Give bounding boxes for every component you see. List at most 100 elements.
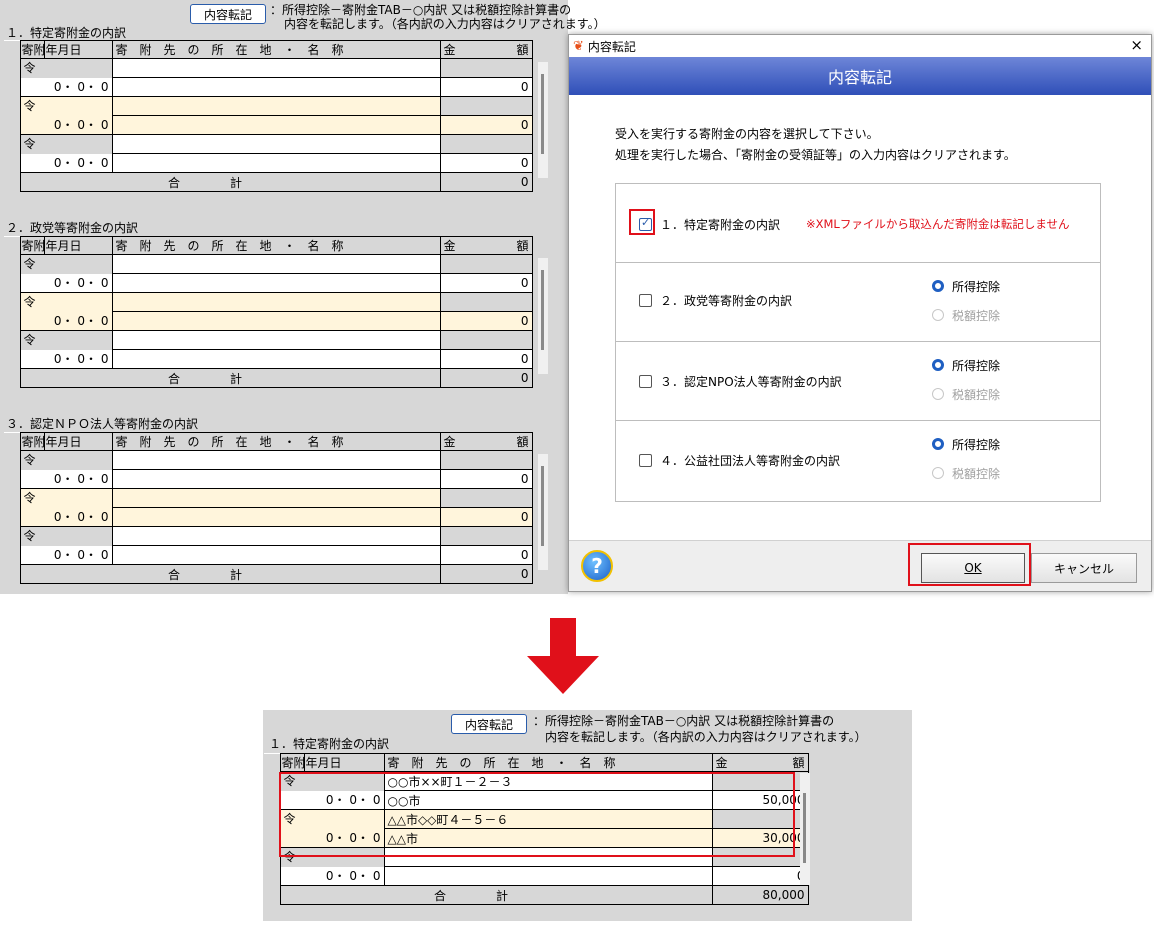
date-input[interactable]: 0・ 0・ 0 [19,77,113,97]
address-input[interactable] [111,254,441,274]
option-panel-1: １．特定寄附金の内訳 ※XMLファイルから取込んだ寄附金は転記しません [615,183,1101,265]
table-row: 0・ 0・ 0 0 [4,273,533,293]
option-1-label[interactable]: １．特定寄附金の内訳 [660,216,780,233]
name-input[interactable] [111,77,441,97]
total-amount: 0 [439,564,533,584]
amount-input[interactable]: 0 [439,349,533,369]
era-label: 令 [19,134,113,154]
date-input[interactable]: 0・ 0・ 0 [19,311,113,331]
option-4-radio-income[interactable] [932,438,944,450]
amount-spacer [439,526,533,546]
option-4-checkbox[interactable] [639,454,652,467]
col-header-place: 寄 附 先 の 所 在 地 ・ 名 称 [111,432,441,451]
era-label: 令 [19,58,113,78]
help-icon[interactable]: ? [581,550,613,582]
close-icon[interactable]: × [1130,36,1143,54]
amount-input[interactable]: 0 [439,77,533,97]
table-row: 令 [4,134,533,173]
date-input[interactable]: 0・ 0・ 0 [19,469,113,489]
address-input[interactable] [111,330,441,350]
option-2-radio-income[interactable] [932,280,944,292]
table-row: 0・ 0・ 0 0 [264,866,809,886]
amount-input[interactable]: 0 [439,273,533,293]
address-input[interactable] [111,450,441,470]
table-row: 0・ 0・ 0 0 [4,469,533,489]
address-input[interactable] [111,58,441,78]
name-input[interactable] [111,349,441,369]
result-total-amount: 80,000 [711,885,809,905]
option-2-radio-income-label: 所得控除 [952,280,1001,294]
option-4-label[interactable]: ４．公益社団法人等寄附金の内訳 [660,452,840,469]
date-input[interactable]: 0・ 0・ 0 [19,153,113,173]
address-input[interactable] [111,488,441,508]
col-header-amount: 金額 [439,236,533,255]
transfer-note-line1: ：所得控除－寄附金TAB－○内訳 又は税額控除計算書の [270,3,572,17]
date-input[interactable]: 0・ 0・ 0 [279,866,385,886]
result-transfer-button[interactable]: 内容転記 [451,714,527,734]
section-1-grid: 寄附 年月日寄 附 先 の 所 在 地 ・ 名 称金額令 0・ 0・ 0 0 令 0・ 0… [4,40,533,192]
name-input[interactable] [383,866,713,886]
col-header-date: 年月日 [43,236,113,255]
option-4-radio-tax[interactable] [932,467,944,479]
date-input[interactable]: 0・ 0・ 0 [19,349,113,369]
amount-input[interactable]: 0 [439,507,533,527]
name-input[interactable] [111,115,441,135]
section-3-scrollbar[interactable] [538,454,548,570]
option-1-warning: ※XMLファイルから取込んだ寄附金は転記しません [806,217,1070,231]
option-3-radio-tax-label: 税額控除 [952,388,1001,402]
option-3-radio-tax[interactable] [932,388,944,400]
result-scrollbar[interactable] [800,773,810,885]
era-label: 令 [19,526,113,546]
help-icon-glyph: ? [591,554,603,578]
transfer-button[interactable]: 内容転記 [190,4,266,24]
address-input[interactable] [111,96,441,116]
name-input[interactable] [111,469,441,489]
amount-input[interactable]: 0 [439,469,533,489]
table-row: 0・ 0・ 0 0 [4,545,533,565]
amount-input[interactable]: 0 [439,311,533,331]
amount-input[interactable]: 0 [439,115,533,135]
col-header-kifu: 寄附 [19,40,45,59]
era-label: 令 [19,292,113,312]
option-3-label[interactable]: ３．認定NPO法人等寄附金の内訳 [660,373,842,390]
option-4-radio-income-label: 所得控除 [952,438,1001,452]
option-panel-2: ２．政党等寄附金の内訳 所得控除 税額控除 [615,262,1101,344]
address-input[interactable] [111,292,441,312]
table-row: 0・ 0・ 0 0 [4,153,533,173]
table-row: 令 [4,96,533,135]
date-input[interactable]: 0・ 0・ 0 [19,545,113,565]
address-input[interactable] [111,134,441,154]
amount-spacer [439,450,533,470]
section-2-scrollbar[interactable] [538,258,548,374]
name-input[interactable] [111,545,441,565]
date-input[interactable]: 0・ 0・ 0 [19,273,113,293]
date-input[interactable]: 0・ 0・ 0 [19,507,113,527]
amount-input[interactable]: 0 [711,866,809,886]
option-3-checkbox[interactable] [639,375,652,388]
era-label: 令 [19,450,113,470]
result-section-title: １．特定寄附金の内訳 [269,737,390,751]
amount-input[interactable]: 0 [439,153,533,173]
transfer-note-line2: 内容を転記します。（各内訳の入力内容はクリアされます。） [284,17,606,31]
name-input[interactable] [111,153,441,173]
col-header-date: 年月日 [43,40,113,59]
date-input[interactable]: 0・ 0・ 0 [19,115,113,135]
name-input[interactable] [111,273,441,293]
name-input[interactable] [111,507,441,527]
option-2-label[interactable]: ２．政党等寄附金の内訳 [660,292,792,309]
total-label: 合計 [19,564,441,584]
section-1-scrollbar[interactable] [538,62,548,178]
cancel-button[interactable]: キャンセル [1031,553,1137,583]
option-2-checkbox[interactable] [639,294,652,307]
address-input[interactable] [111,526,441,546]
option-3-radio-income[interactable] [932,359,944,371]
amount-spacer [439,488,533,508]
name-input[interactable] [111,311,441,331]
dialog-window-title: 内容転記 [587,39,636,54]
amount-input[interactable]: 0 [439,545,533,565]
transfer-dialog: ❦ 内容転記 × 内容転記 受入を実行する寄附金の内容を選択して下さい。 処理を… [568,34,1152,592]
option-panel-4: ４．公益社団法人等寄附金の内訳 所得控除 税額控除 [615,420,1101,502]
total-label: 合計 [19,172,441,192]
option-2-radio-tax[interactable] [932,309,944,321]
dialog-instruction-1: 受入を実行する寄附金の内容を選択して下さい。 [615,127,879,141]
